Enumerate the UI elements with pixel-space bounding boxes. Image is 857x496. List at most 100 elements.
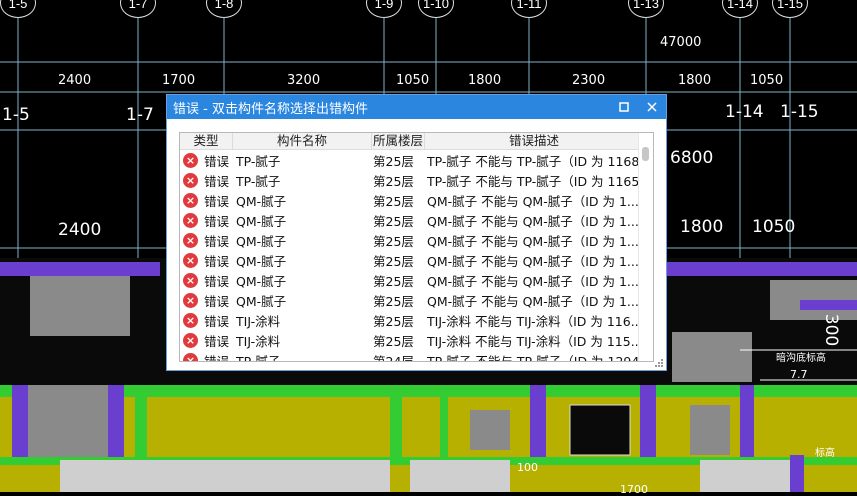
cell-floor: 第25层	[373, 193, 414, 209]
table-row[interactable]: × 错误 TIJ-涂料 第25层 TIJ-涂料 不能与 TIJ-涂料（ID 为 115.…	[180, 330, 640, 350]
cell-component-name[interactable]: TP-腻子	[232, 151, 370, 170]
column-header-type[interactable]: 类型	[180, 133, 233, 149]
cell-description: QM-腻子 不能与 QM-腻子（ID 为 1...	[427, 273, 639, 289]
resize-grip-icon[interactable]	[654, 358, 664, 368]
table-body: × 错误 TP-腻子 第25层 TP-腻子 不能与 TP-腻子（ID 为 1168...…	[180, 150, 640, 362]
axis-label-1-14: 1-14	[725, 102, 764, 122]
cell-component-name[interactable]: QM-腻子	[232, 291, 370, 310]
table-row[interactable]: × 错误 QM-腻子 第25层 QM-腻子 不能与 QM-腻子（ID 为 1...	[180, 250, 640, 270]
cell-type-label: 错误	[204, 213, 230, 229]
cell-component-name[interactable]: TIJ-涂料	[232, 331, 370, 350]
error-x-icon: ×	[183, 272, 198, 288]
maximize-icon	[619, 102, 629, 112]
dimension-label: 1050	[750, 73, 784, 88]
cell-type-label: 错误	[204, 333, 230, 349]
dialog-title: 错误 - 双击构件名称选择出错构件	[173, 101, 368, 117]
dimension-label: 1700	[162, 73, 196, 88]
cell-component-name[interactable]: TP-腻子	[232, 351, 370, 362]
dimension-label: 1800	[678, 73, 712, 88]
cell-component-name[interactable]: QM-腻子	[232, 211, 370, 230]
cell-description: QM-腻子 不能与 QM-腻子（ID 为 1...	[427, 293, 639, 309]
close-button[interactable]	[638, 95, 666, 119]
vertical-scrollbar[interactable]	[638, 133, 653, 361]
error-x-icon: ×	[183, 292, 198, 308]
cell-floor: 第25层	[373, 273, 414, 289]
cell-type-label: 错误	[204, 173, 230, 189]
cell-type-label: 错误	[204, 253, 230, 269]
cell-description: TP-腻子 不能与 TP-腻子（ID 为 1294...	[427, 353, 640, 362]
error-x-icon: ×	[183, 192, 198, 208]
annotation-label: 暗沟底标高	[776, 353, 826, 364]
cell-description: TIJ-涂料 不能与 TIJ-涂料（ID 为 115...	[427, 333, 640, 349]
dimension-total: 47000	[660, 35, 702, 50]
error-x-icon: ×	[183, 352, 198, 361]
table-row[interactable]: × 错误 TP-腻子 第24层 TP-腻子 不能与 TP-腻子（ID 为 1294...	[180, 350, 640, 362]
cell-floor: 第25层	[373, 233, 414, 249]
cell-component-name[interactable]: QM-腻子	[232, 251, 370, 270]
cell-floor: 第25层	[373, 153, 414, 169]
dimension-label: 1050	[752, 217, 796, 237]
dimension-label: 2400	[58, 73, 92, 88]
table-row[interactable]: × 错误 QM-腻子 第25层 QM-腻子 不能与 QM-腻子（ID 为 1...	[180, 270, 640, 290]
annotation-label: 标高	[815, 448, 835, 459]
elevation-label: 7.7	[790, 368, 808, 381]
cell-floor: 第25层	[373, 333, 414, 349]
cell-type: × 错误	[180, 211, 232, 230]
cell-type-label: 错误	[204, 313, 230, 329]
dimension-label: 6800	[670, 148, 714, 168]
cell-type-label: 错误	[204, 193, 230, 209]
table-row[interactable]: × 错误 QM-腻子 第25层 QM-腻子 不能与 QM-腻子（ID 为 1...	[180, 290, 640, 310]
cell-component-name[interactable]: TP-腻子	[232, 171, 370, 190]
cell-floor: 第25层	[373, 293, 414, 309]
table-header: 类型 构件名称 所属楼层 错误描述	[180, 133, 653, 150]
cell-description: QM-腻子 不能与 QM-腻子（ID 为 1...	[427, 233, 639, 249]
cell-type-label: 错误	[204, 353, 230, 362]
dialog-titlebar[interactable]: 错误 - 双击构件名称选择出错构件	[167, 95, 666, 119]
column-header-name[interactable]: 构件名称	[233, 133, 372, 149]
column-header-description[interactable]: 错误描述	[425, 133, 644, 149]
cell-component-name[interactable]: QM-腻子	[232, 191, 370, 210]
scrollbar-thumb[interactable]	[642, 147, 649, 161]
table-row[interactable]: × 错误 QM-腻子 第25层 QM-腻子 不能与 QM-腻子（ID 为 1...	[180, 210, 640, 230]
dimension-label: 3200	[287, 73, 321, 88]
dimension-label: 2300	[572, 73, 606, 88]
cell-description: QM-腻子 不能与 QM-腻子（ID 为 1...	[427, 253, 639, 269]
dimension-label: 1800	[468, 73, 502, 88]
cell-type: × 错误	[180, 171, 232, 190]
error-x-icon: ×	[183, 172, 198, 188]
table-row[interactable]: × 错误 TP-腻子 第25层 TP-腻子 不能与 TP-腻子（ID 为 1168...	[180, 150, 640, 170]
cell-type: × 错误	[180, 271, 232, 290]
cell-type-label: 错误	[204, 273, 230, 289]
cell-description: QM-腻子 不能与 QM-腻子（ID 为 1...	[427, 213, 639, 229]
error-x-icon: ×	[183, 332, 198, 348]
error-dialog: 错误 - 双击构件名称选择出错构件 类型 构件名称 所属楼层 错误描述 × 错误 T…	[166, 94, 667, 371]
cell-component-name[interactable]: QM-腻子	[232, 271, 370, 290]
cell-type: × 错误	[180, 351, 232, 362]
maximize-button[interactable]	[610, 95, 638, 119]
cell-component-name[interactable]: QM-腻子	[232, 231, 370, 250]
axis-label-1-7: 1-7	[126, 105, 154, 125]
cell-type: × 错误	[180, 311, 232, 330]
error-x-icon: ×	[183, 212, 198, 228]
cell-component-name[interactable]: TIJ-涂料	[232, 311, 370, 330]
cell-type: × 错误	[180, 231, 232, 250]
cell-type: × 错误	[180, 191, 232, 210]
cell-type-label: 错误	[204, 233, 230, 249]
error-x-icon: ×	[183, 312, 198, 328]
cell-description: TP-腻子 不能与 TP-腻子（ID 为 1168...	[427, 153, 640, 169]
error-list[interactable]: 类型 构件名称 所属楼层 错误描述 × 错误 TP-腻子 第25层 TP-腻子 不能与 …	[179, 132, 654, 362]
cell-floor: 第25层	[373, 173, 414, 189]
error-x-icon: ×	[183, 152, 198, 168]
table-row[interactable]: × 错误 QM-腻子 第25层 QM-腻子 不能与 QM-腻子（ID 为 1...	[180, 230, 640, 250]
table-row[interactable]: × 错误 TIJ-涂料 第25层 TIJ-涂料 不能与 TIJ-涂料（ID 为 116.…	[180, 310, 640, 330]
cell-type: × 错误	[180, 291, 232, 310]
error-x-icon: ×	[183, 232, 198, 248]
table-row[interactable]: × 错误 TP-腻子 第25层 TP-腻子 不能与 TP-腻子（ID 为 1165...	[180, 170, 640, 190]
cell-floor: 第25层	[373, 253, 414, 269]
dimension-label: 1050	[396, 73, 430, 88]
cell-description: TIJ-涂料 不能与 TIJ-涂料（ID 为 116...	[427, 313, 640, 329]
table-row[interactable]: × 错误 QM-腻子 第25层 QM-腻子 不能与 QM-腻子（ID 为 1...	[180, 190, 640, 210]
close-icon	[647, 102, 657, 112]
cell-type: × 错误	[180, 151, 232, 170]
column-header-floor[interactable]: 所属楼层	[372, 133, 425, 149]
